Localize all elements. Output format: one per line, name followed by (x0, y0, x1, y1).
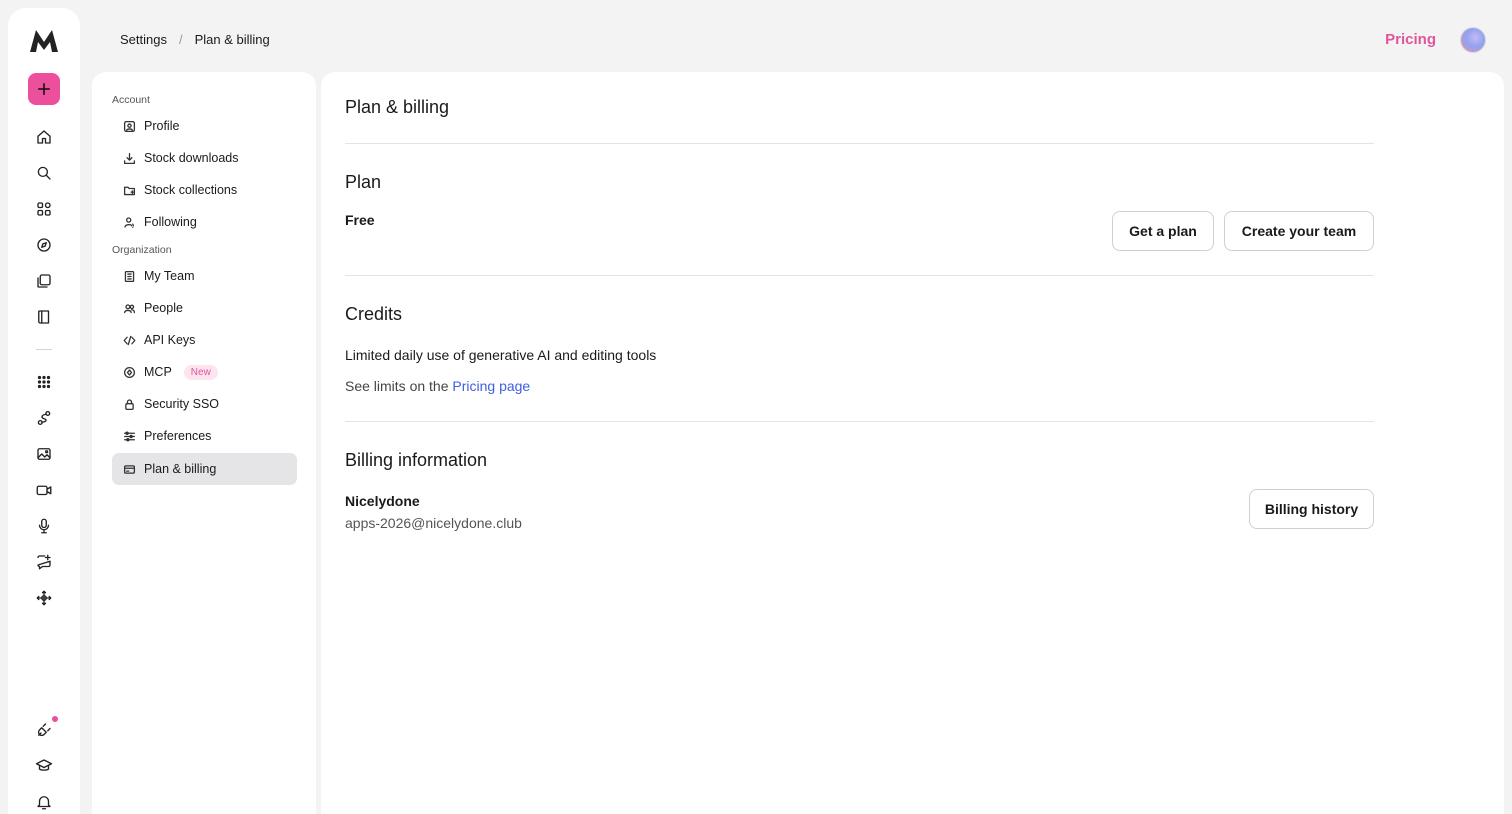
nav-item-label: Stock collections (144, 183, 238, 197)
move-icon[interactable] (34, 588, 54, 608)
page-title: Plan & billing (345, 97, 450, 117)
nav-item-label: People (144, 301, 183, 315)
bell-icon[interactable] (34, 792, 54, 812)
nav-item-label: API Keys (144, 333, 196, 347)
pricing-link[interactable]: Pricing (1385, 31, 1436, 48)
dots-grid-icon[interactable] (34, 372, 54, 392)
chat-sparkle-icon[interactable] (34, 552, 54, 572)
settings-nav: Account Profile Stock downloads Stock co… (92, 72, 316, 814)
content-panel: Plan & billing Plan Free Get a plan Crea… (321, 72, 1504, 814)
search-icon[interactable] (34, 163, 54, 183)
compass-icon[interactable] (34, 235, 54, 255)
nav-section-organization: Organization (112, 244, 172, 256)
logo-icon[interactable] (28, 28, 60, 54)
profile-icon (123, 120, 136, 132)
nav-item-api-keys[interactable]: API Keys (112, 324, 297, 356)
code-icon (123, 335, 136, 345)
top-bar: Settings / Plan & billing Pricing (88, 8, 1504, 72)
create-team-button[interactable]: Create your team (1224, 211, 1374, 251)
mcp-icon (123, 366, 136, 378)
get-plan-button[interactable]: Get a plan (1112, 211, 1214, 251)
nav-item-label: My Team (144, 269, 195, 283)
building-icon (124, 270, 135, 282)
credits-limits-text: See limits on the (345, 378, 449, 394)
credits-limits: See limits on the Pricing page (345, 378, 530, 394)
divider (345, 275, 1374, 276)
create-button[interactable] (28, 73, 60, 105)
billing-email: apps-2026@nicelydone.club (345, 515, 522, 531)
nav-section-account: Account (112, 94, 150, 106)
credits-description: Limited daily use of generative AI and e… (345, 347, 657, 363)
breadcrumb-separator: / (178, 32, 183, 47)
nav-item-profile[interactable]: Profile (112, 110, 297, 142)
nav-item-label: Profile (144, 119, 180, 133)
plug-icon[interactable] (34, 720, 54, 740)
app-rail (8, 8, 80, 814)
video-icon[interactable] (34, 480, 54, 500)
divider (345, 421, 1374, 422)
book-icon[interactable] (34, 307, 54, 327)
plan-name: Free (345, 212, 375, 228)
billing-name: Nicelydone (345, 493, 420, 509)
pricing-page-link[interactable]: Pricing page (452, 378, 530, 394)
breadcrumb-settings[interactable]: Settings (120, 32, 167, 47)
microphone-icon[interactable] (34, 516, 54, 536)
notification-dot (52, 716, 58, 722)
sliders-icon (123, 431, 136, 441)
nav-item-label: Preferences (144, 429, 212, 443)
divider (345, 143, 1374, 144)
download-icon (123, 152, 136, 164)
nav-item-stock-downloads[interactable]: Stock downloads (112, 142, 297, 174)
avatar[interactable] (1460, 27, 1486, 53)
nav-item-label: Stock downloads (144, 151, 239, 165)
image-icon[interactable] (34, 444, 54, 464)
nav-item-stock-collections[interactable]: Stock collections (112, 174, 297, 206)
nav-item-label: MCP (144, 365, 172, 379)
nav-item-mcp[interactable]: MCP New (112, 356, 297, 388)
nav-item-label: Security SSO (144, 397, 220, 411)
apps-grid-icon[interactable] (34, 199, 54, 219)
billing-heading: Billing information (345, 450, 488, 470)
nav-item-security-sso[interactable]: Security SSO (112, 388, 297, 420)
nav-item-preferences[interactable]: Preferences (112, 420, 297, 452)
home-icon[interactable] (34, 127, 54, 147)
graduation-cap-icon[interactable] (34, 756, 54, 776)
new-badge: New (183, 364, 218, 380)
nav-item-following[interactable]: Following (112, 206, 297, 238)
plan-heading: Plan (345, 172, 382, 192)
rail-divider (36, 349, 52, 350)
people-icon (123, 303, 136, 313)
lock-icon (125, 398, 134, 410)
nav-item-my-team[interactable]: My Team (112, 260, 297, 292)
nav-item-label: Following (144, 215, 197, 229)
following-icon (124, 216, 135, 228)
nav-item-label: Plan & billing (144, 462, 217, 476)
card-icon (123, 464, 136, 474)
credits-heading: Credits (345, 304, 403, 324)
nav-item-people[interactable]: People (112, 292, 297, 324)
billing-history-button[interactable]: Billing history (1249, 489, 1374, 529)
breadcrumb-current: Plan & billing (194, 32, 270, 47)
breadcrumb: Settings / Plan & billing (120, 32, 270, 47)
route-icon[interactable] (34, 408, 54, 428)
folder-icon (123, 186, 136, 195)
nav-item-plan-billing[interactable]: Plan & billing (112, 453, 297, 485)
main-frame: Settings / Plan & billing Pricing Accoun… (88, 8, 1504, 814)
collections-icon[interactable] (34, 271, 54, 291)
